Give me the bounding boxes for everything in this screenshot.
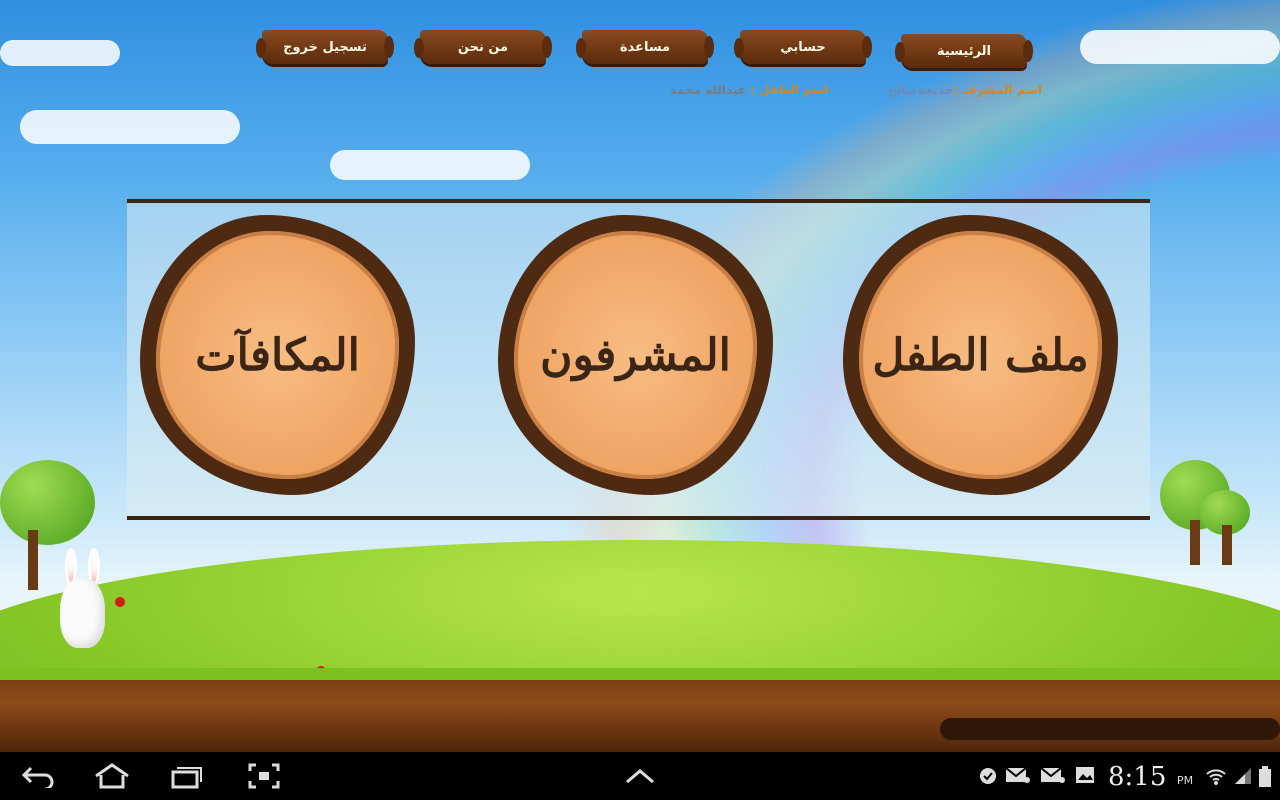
child-profile-card[interactable]: ملف الطفل xyxy=(843,215,1118,495)
battery-icon xyxy=(1259,766,1271,792)
nav-logout-button[interactable]: تسجيل خروج xyxy=(256,30,394,64)
child-info: اسم الطفل : عبدالله محمد xyxy=(670,83,828,97)
app-notification-icon xyxy=(978,766,998,790)
system-navigation-bar: 8:15 PM xyxy=(0,752,1280,800)
cloud xyxy=(330,150,530,180)
cloud xyxy=(1080,30,1280,64)
child-name: عبدالله محمد xyxy=(670,83,747,97)
nav-about-button[interactable]: من نحن xyxy=(414,30,552,64)
child-profile-label: ملف الطفل xyxy=(872,329,1089,381)
berry xyxy=(115,597,125,607)
nav-home-button[interactable]: الرئيسية xyxy=(895,34,1033,68)
home-icon[interactable] xyxy=(92,760,132,792)
top-nav: تسجيل خروج من نحن مساعدة حسابي الرئيسية xyxy=(256,30,1033,70)
clock: 8:15 xyxy=(1108,762,1167,792)
bunny-character xyxy=(55,548,110,648)
wifi-icon xyxy=(1205,766,1227,790)
screenshot-icon[interactable] xyxy=(244,760,284,792)
soil xyxy=(0,680,1280,752)
cloud xyxy=(20,110,240,144)
supervisor-info: اسم المشرف :خديجةصالح xyxy=(888,83,1042,97)
underground-tunnel xyxy=(940,718,1280,740)
email-icon xyxy=(1005,766,1031,788)
nav-account-button[interactable]: حسابي xyxy=(734,30,872,64)
back-icon[interactable] xyxy=(18,760,58,792)
clock-ampm: PM xyxy=(1177,774,1194,787)
recent-apps-icon[interactable] xyxy=(167,760,207,792)
supervisor-label: اسم المشرف : xyxy=(953,83,1043,97)
signal-icon xyxy=(1233,766,1253,790)
child-label: اسم الطفل : xyxy=(750,83,829,97)
gallery-icon xyxy=(1075,766,1095,788)
rewards-label: المكافآت xyxy=(195,329,360,381)
tree-right xyxy=(1160,460,1260,580)
supervisors-label: المشرفون xyxy=(540,329,731,381)
cloud xyxy=(0,40,120,66)
chevron-up-icon[interactable] xyxy=(620,760,660,792)
email-icon xyxy=(1040,766,1066,788)
nav-help-button[interactable]: مساعدة xyxy=(576,30,714,64)
rewards-card[interactable]: المكافآت xyxy=(140,215,415,495)
supervisors-card[interactable]: المشرفون xyxy=(498,215,773,495)
supervisor-name: خديجةصالح xyxy=(888,83,954,97)
